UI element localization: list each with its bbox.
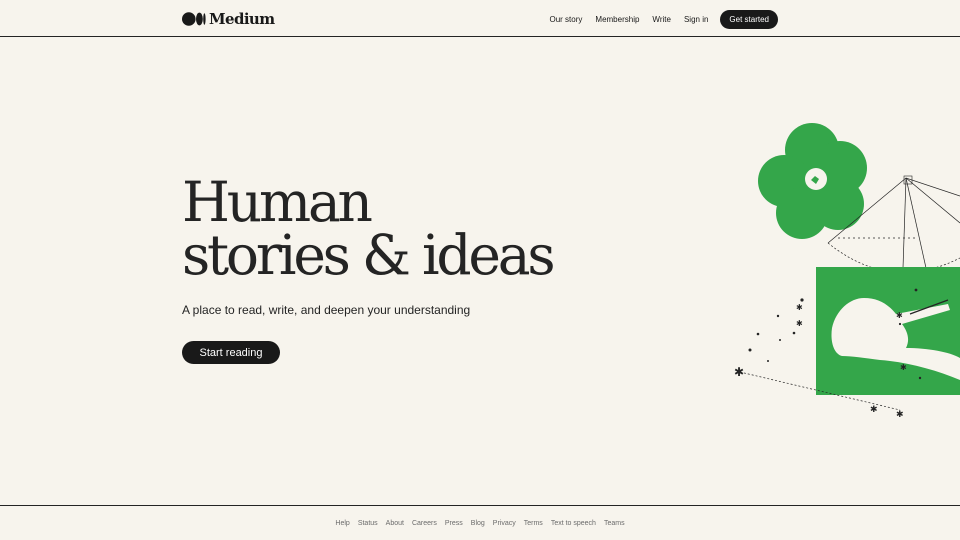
footer-link-terms[interactable]: Terms: [524, 520, 543, 527]
main-nav: Our story Membership Write Sign in Get s…: [537, 9, 778, 29]
get-started-button[interactable]: Get started: [720, 9, 778, 29]
hero-subtitle: A place to read, write, and deepen your …: [182, 303, 471, 317]
hero-title-line-2: stories & ideas: [182, 223, 556, 287]
svg-text:✱: ✱: [900, 363, 907, 372]
top-nav-bar: Medium Our story Membership Write Sign i…: [0, 0, 960, 37]
nav-write[interactable]: Write: [652, 15, 671, 24]
footer-link-teams[interactable]: Teams: [604, 520, 625, 527]
svg-text:✱: ✱: [796, 319, 803, 328]
svg-text:✱: ✱: [734, 365, 744, 379]
footer-link-careers[interactable]: Careers: [412, 520, 437, 527]
hero-title: Human stories & ideas: [182, 170, 556, 287]
footer-link-status[interactable]: Status: [358, 520, 378, 527]
footer-link-blog[interactable]: Blog: [471, 520, 485, 527]
footer-link-about[interactable]: About: [386, 520, 404, 527]
start-reading-button[interactable]: Start reading: [182, 341, 280, 364]
footer: Help Status About Careers Press Blog Pri…: [0, 505, 960, 540]
svg-text:✱: ✱: [870, 405, 878, 415]
medium-logo[interactable]: Medium: [182, 10, 275, 28]
footer-link-press[interactable]: Press: [445, 520, 463, 527]
footer-link-text-to-speech[interactable]: Text to speech: [551, 520, 596, 527]
nav-sign-in[interactable]: Sign in: [684, 15, 708, 24]
footer-link-help[interactable]: Help: [335, 520, 349, 527]
flower-hand-illustration: ✱ ✱ ✱ ✱ ✱ ✱ ✱: [734, 123, 960, 420]
hero-title-line-1: Human: [182, 170, 373, 234]
svg-text:✱: ✱: [896, 311, 903, 320]
footer-link-privacy[interactable]: Privacy: [493, 520, 516, 527]
svg-text:✱: ✱: [796, 303, 803, 312]
nav-our-story[interactable]: Our story: [550, 15, 583, 24]
svg-text:✱: ✱: [896, 410, 904, 420]
nav-membership[interactable]: Membership: [595, 15, 639, 24]
logo-wordmark: Medium: [209, 10, 275, 28]
medium-logo-icon: [182, 12, 206, 26]
